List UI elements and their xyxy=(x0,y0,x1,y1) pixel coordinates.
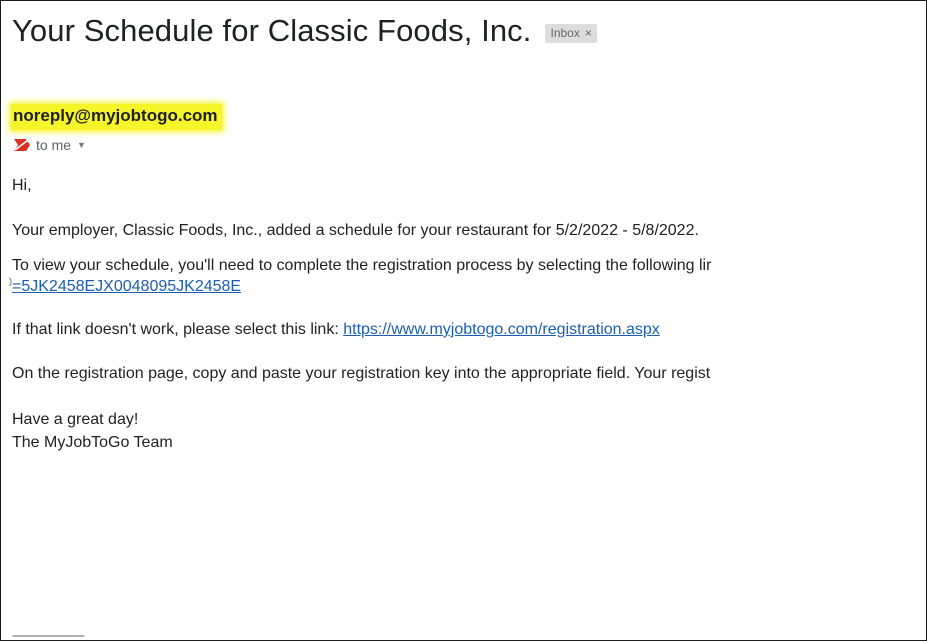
recipient-row: to me ▼ xyxy=(14,137,86,153)
registration-link-line: =5JK2458EJX0048095JK2458E xyxy=(12,278,241,296)
important-marker-icon[interactable] xyxy=(14,139,30,151)
email-view: Your Schedule for Classic Foods, Inc. In… xyxy=(0,0,927,641)
registration-instruction: To view your schedule, you'll need to co… xyxy=(12,257,712,274)
remove-label-icon[interactable]: × xyxy=(585,26,592,40)
footer-separator: ------------------------ xyxy=(12,628,85,641)
schedule-notice: Your employer, Classic Foods, Inc., adde… xyxy=(12,222,699,239)
closing: Have a great day! xyxy=(12,411,139,428)
registration-link[interactable]: =5JK2458EJX0048095JK2458E xyxy=(12,278,241,295)
fallback-link-line: If that link doesn't work, please select… xyxy=(12,321,660,339)
subject-row: Your Schedule for Classic Foods, Inc. In… xyxy=(12,13,597,49)
registration-key-instruction: On the registration page, copy and paste… xyxy=(12,365,711,382)
sender-email[interactable]: noreply@myjobtogo.com xyxy=(11,104,222,130)
recipient-text[interactable]: to me xyxy=(36,137,71,153)
inbox-label-text: Inbox xyxy=(550,25,580,40)
inbox-label[interactable]: Inbox × xyxy=(545,23,597,43)
registration-url-link[interactable]: https://www.myjobtogo.com/registration.a… xyxy=(343,321,660,338)
cursor-mark: ) xyxy=(9,276,12,286)
greeting: Hi, xyxy=(12,177,32,194)
fallback-link-prefix: If that link doesn't work, please select… xyxy=(12,321,344,338)
sender-row: noreply@myjobtogo.com xyxy=(11,104,222,130)
email-subject: Your Schedule for Classic Foods, Inc. xyxy=(12,13,532,48)
chevron-down-icon[interactable]: ▼ xyxy=(77,140,86,150)
signature: The MyJobToGo Team xyxy=(12,434,173,451)
